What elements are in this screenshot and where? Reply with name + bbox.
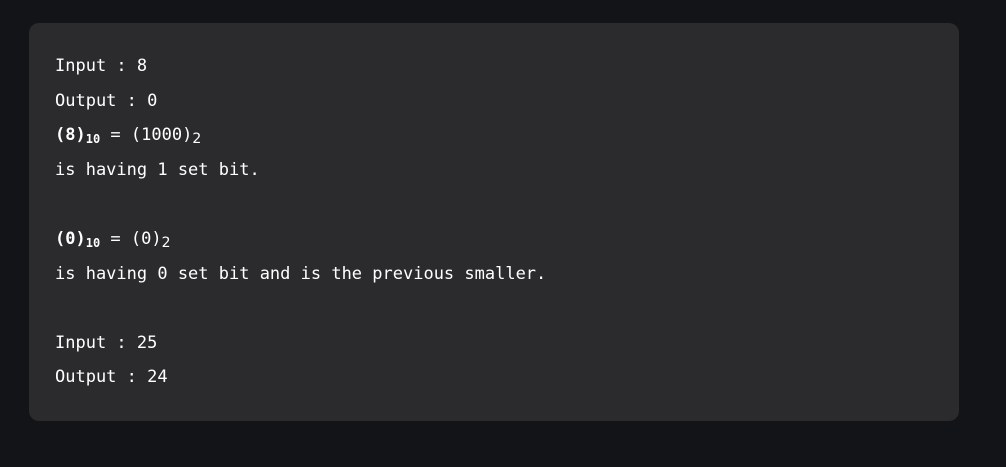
binary-base-subscript: 2 xyxy=(192,131,202,148)
description-line-2: is having 0 set bit and is the previous … xyxy=(55,263,547,284)
code-lines: Input : 8 Output : 0 (8)10 = (1000)2 is … xyxy=(55,54,546,400)
equals-sign: = xyxy=(100,228,131,249)
binary-base-subscript: 2 xyxy=(161,234,171,251)
binary-value: (0) xyxy=(130,228,162,249)
equals-sign: = xyxy=(100,125,131,146)
description-line-1: is having 1 set bit. xyxy=(55,159,260,180)
conversion-line-2: (0)10 = (0)2 xyxy=(55,227,546,262)
output-line-1: Output : 0 xyxy=(55,90,158,111)
decimal-base-subscript: 10 xyxy=(85,235,101,250)
decimal-value: (0) xyxy=(55,228,86,249)
conversion-line-1: (8)10 = (1000)2 xyxy=(55,123,546,158)
input-line-1: Input : 8 xyxy=(55,56,148,76)
decimal-base-subscript: 10 xyxy=(85,132,101,147)
page: { "example1": { "input_line": "Input : 8… xyxy=(0,0,1006,467)
code-block: Input : 8 Output : 0 (8)10 = (1000)2 is … xyxy=(29,23,959,421)
decimal-value: (8) xyxy=(55,125,86,146)
binary-value: (1000) xyxy=(130,125,193,146)
input-line-2: Input : 25 xyxy=(55,332,158,353)
output-line-2: Output : 24 xyxy=(55,367,168,388)
